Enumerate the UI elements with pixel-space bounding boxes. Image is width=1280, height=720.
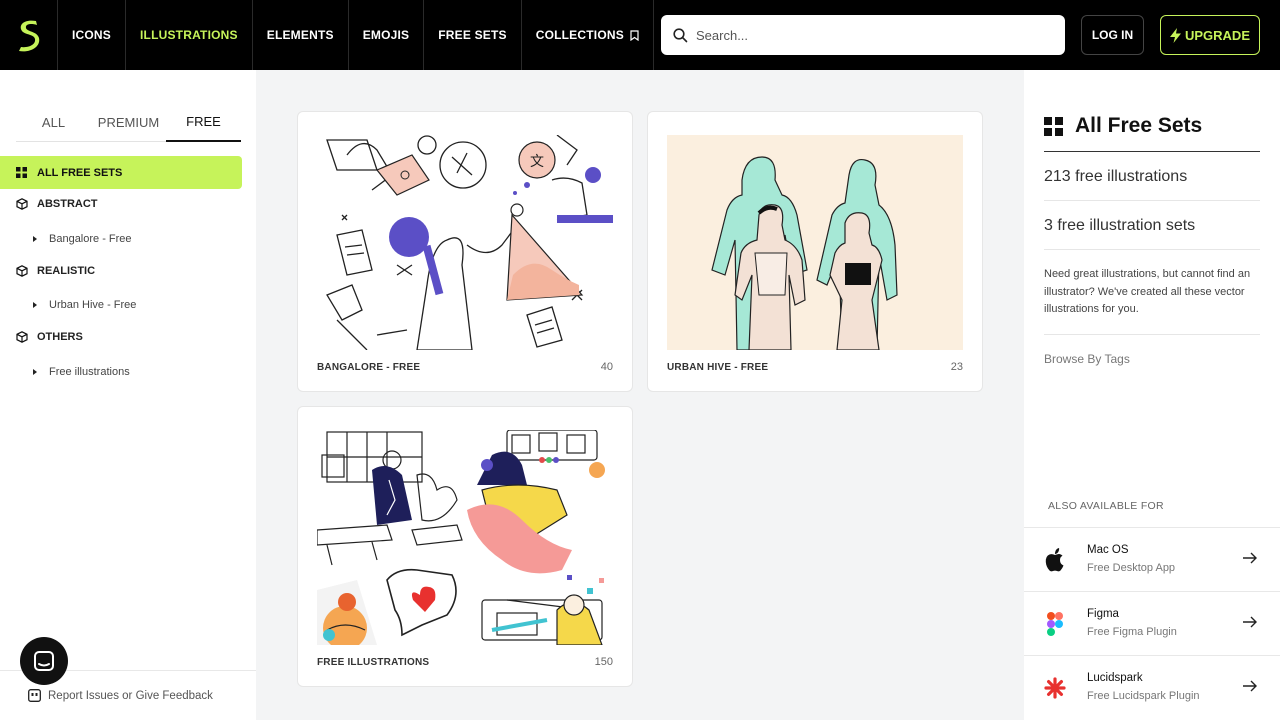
- lucidspark-icon: [1044, 676, 1066, 700]
- set-card-urban-hive[interactable]: URBAN HIVE - FREE 23: [647, 111, 983, 392]
- panel-description: Need great illustrations, but cannot fin…: [1044, 268, 1251, 315]
- grid-icon: [16, 167, 30, 178]
- figma-icon: [1044, 611, 1066, 636]
- browse-by-tags-link[interactable]: Browse By Tags: [1044, 352, 1130, 366]
- category-abstract[interactable]: ABSTRACT: [16, 198, 98, 210]
- card-title: FREE ILLUSTRATIONS: [317, 657, 430, 668]
- divider: [1044, 249, 1260, 250]
- app-name: Lucidspark: [1087, 672, 1143, 684]
- feedback-label: Report Issues or Give Feedback: [48, 689, 213, 702]
- nav-elements-label: ELEMENTS: [266, 28, 334, 42]
- chat-icon: [34, 651, 54, 671]
- set-card-free-illustrations[interactable]: FREE ILLUSTRATIONS 150: [297, 406, 633, 687]
- stat-illustrations: 213 free illustrations: [1044, 168, 1188, 185]
- nav-emojis[interactable]: EMOJIS: [349, 0, 425, 70]
- caret-right-icon: [33, 236, 37, 242]
- card-count: 40: [600, 361, 613, 373]
- nav-collections-label: COLLECTIONS: [535, 28, 624, 42]
- app-row-lucidspark[interactable]: Lucidspark Free Lucidspark Plugin: [1024, 655, 1280, 719]
- upgrade-label: UPGRADE: [1184, 27, 1250, 43]
- divider: [1044, 200, 1260, 201]
- bookmark-icon: [630, 29, 639, 41]
- cube-icon: [16, 265, 30, 277]
- sub-urban-hive-free[interactable]: Urban Hive - Free: [33, 299, 136, 311]
- nav-emojis-label: EMOJIS: [362, 28, 410, 42]
- arrow-right-icon: [1242, 678, 1258, 699]
- search-icon: [673, 27, 688, 42]
- arrow-right-icon: [1242, 550, 1258, 571]
- sub-bangalore-free[interactable]: Bangalore - Free: [33, 233, 132, 245]
- sub-free-illustrations[interactable]: Free illustrations: [33, 366, 130, 378]
- left-sidebar: ALL PREMIUM FREE ALL FREE SETS ABSTRACT …: [0, 70, 256, 720]
- arrow-right-icon: [1242, 614, 1258, 635]
- svg-text:文: 文: [530, 154, 544, 170]
- app-subtitle: Free Figma Plugin: [1087, 626, 1177, 638]
- login-button[interactable]: LOG IN: [1081, 15, 1144, 55]
- app-name: Figma: [1087, 608, 1119, 620]
- nav-icons[interactable]: ICONS: [58, 0, 127, 70]
- divider: [1044, 334, 1260, 335]
- grid-icon: [1044, 116, 1063, 136]
- chat-support-button[interactable]: [20, 637, 68, 685]
- stat-sets: 3 free illustration sets: [1044, 217, 1196, 234]
- search-bar[interactable]: [661, 15, 1065, 55]
- filter-tabs: ALL PREMIUM FREE: [16, 102, 241, 142]
- app-row-macos[interactable]: Mac OS Free Desktop App: [1024, 527, 1280, 591]
- card-count: 150: [594, 656, 613, 668]
- bangalore-illustration: 文: [317, 135, 613, 350]
- search-input[interactable]: [696, 27, 1056, 43]
- also-available-heading: ALSO AVAILABLE FOR: [1048, 500, 1164, 512]
- category-label: ALL FREE SETS: [37, 166, 123, 179]
- cube-icon: [16, 198, 30, 210]
- category-all-free-sets[interactable]: ALL FREE SETS: [0, 156, 242, 189]
- nav-free-sets[interactable]: FREE SETS: [424, 0, 522, 70]
- right-info-panel: All Free Sets 213 free illustrations 3 f…: [1024, 70, 1280, 720]
- tab-free[interactable]: FREE: [166, 102, 241, 142]
- card-title: BANGALORE - FREE: [317, 362, 421, 373]
- sub-label: Free illustrations: [49, 366, 130, 378]
- top-navigation-bar: ICONS ILLUSTRATIONS ELEMENTS EMOJIS FREE…: [0, 0, 1280, 70]
- panel-title-text: All Free Sets: [1075, 114, 1203, 137]
- caret-right-icon: [33, 369, 37, 375]
- nav-illustrations-label: ILLUSTRATIONS: [140, 28, 238, 42]
- sub-label: Urban Hive - Free: [49, 299, 137, 311]
- nav-icons-label: ICONS: [72, 28, 112, 42]
- tab-premium[interactable]: PREMIUM: [91, 102, 166, 142]
- nav-elements[interactable]: ELEMENTS: [253, 0, 349, 70]
- card-count: 23: [950, 361, 963, 373]
- tab-all[interactable]: ALL: [16, 102, 91, 142]
- free-illustrations-collage: [317, 430, 613, 645]
- caret-right-icon: [33, 302, 37, 308]
- urban-hive-illustration: [667, 135, 963, 350]
- lightning-bolt-icon: [1169, 27, 1181, 43]
- category-others[interactable]: OTHERS: [16, 331, 83, 343]
- apple-icon: [1044, 547, 1066, 572]
- nav-illustrations[interactable]: ILLUSTRATIONS: [126, 0, 253, 70]
- category-label: REALISTIC: [37, 265, 96, 277]
- app-row-figma[interactable]: Figma Free Figma Plugin: [1024, 591, 1280, 655]
- app-subtitle: Free Lucidspark Plugin: [1087, 690, 1200, 702]
- upgrade-button[interactable]: UPGRADE: [1160, 15, 1260, 55]
- nav-free-sets-label: FREE SETS: [438, 28, 507, 42]
- cube-icon: [16, 331, 30, 343]
- card-title: URBAN HIVE - FREE: [667, 362, 769, 373]
- set-card-bangalore[interactable]: 文 BANGALORE - FREE 40: [297, 111, 633, 392]
- nav-collections[interactable]: COLLECTIONS: [522, 0, 654, 70]
- lightning-s-logo-icon: [18, 20, 39, 52]
- divider: [1044, 151, 1260, 152]
- category-realistic[interactable]: REALISTIC: [16, 265, 95, 277]
- category-label: ABSTRACT: [37, 198, 98, 210]
- sub-label: Bangalore - Free: [49, 233, 132, 245]
- app-name: Mac OS: [1087, 544, 1129, 556]
- app-subtitle: Free Desktop App: [1087, 562, 1176, 574]
- category-label: OTHERS: [37, 331, 83, 343]
- site-logo[interactable]: [0, 0, 58, 70]
- panel-title: All Free Sets: [1044, 114, 1202, 138]
- feedback-quote-icon: [28, 689, 41, 702]
